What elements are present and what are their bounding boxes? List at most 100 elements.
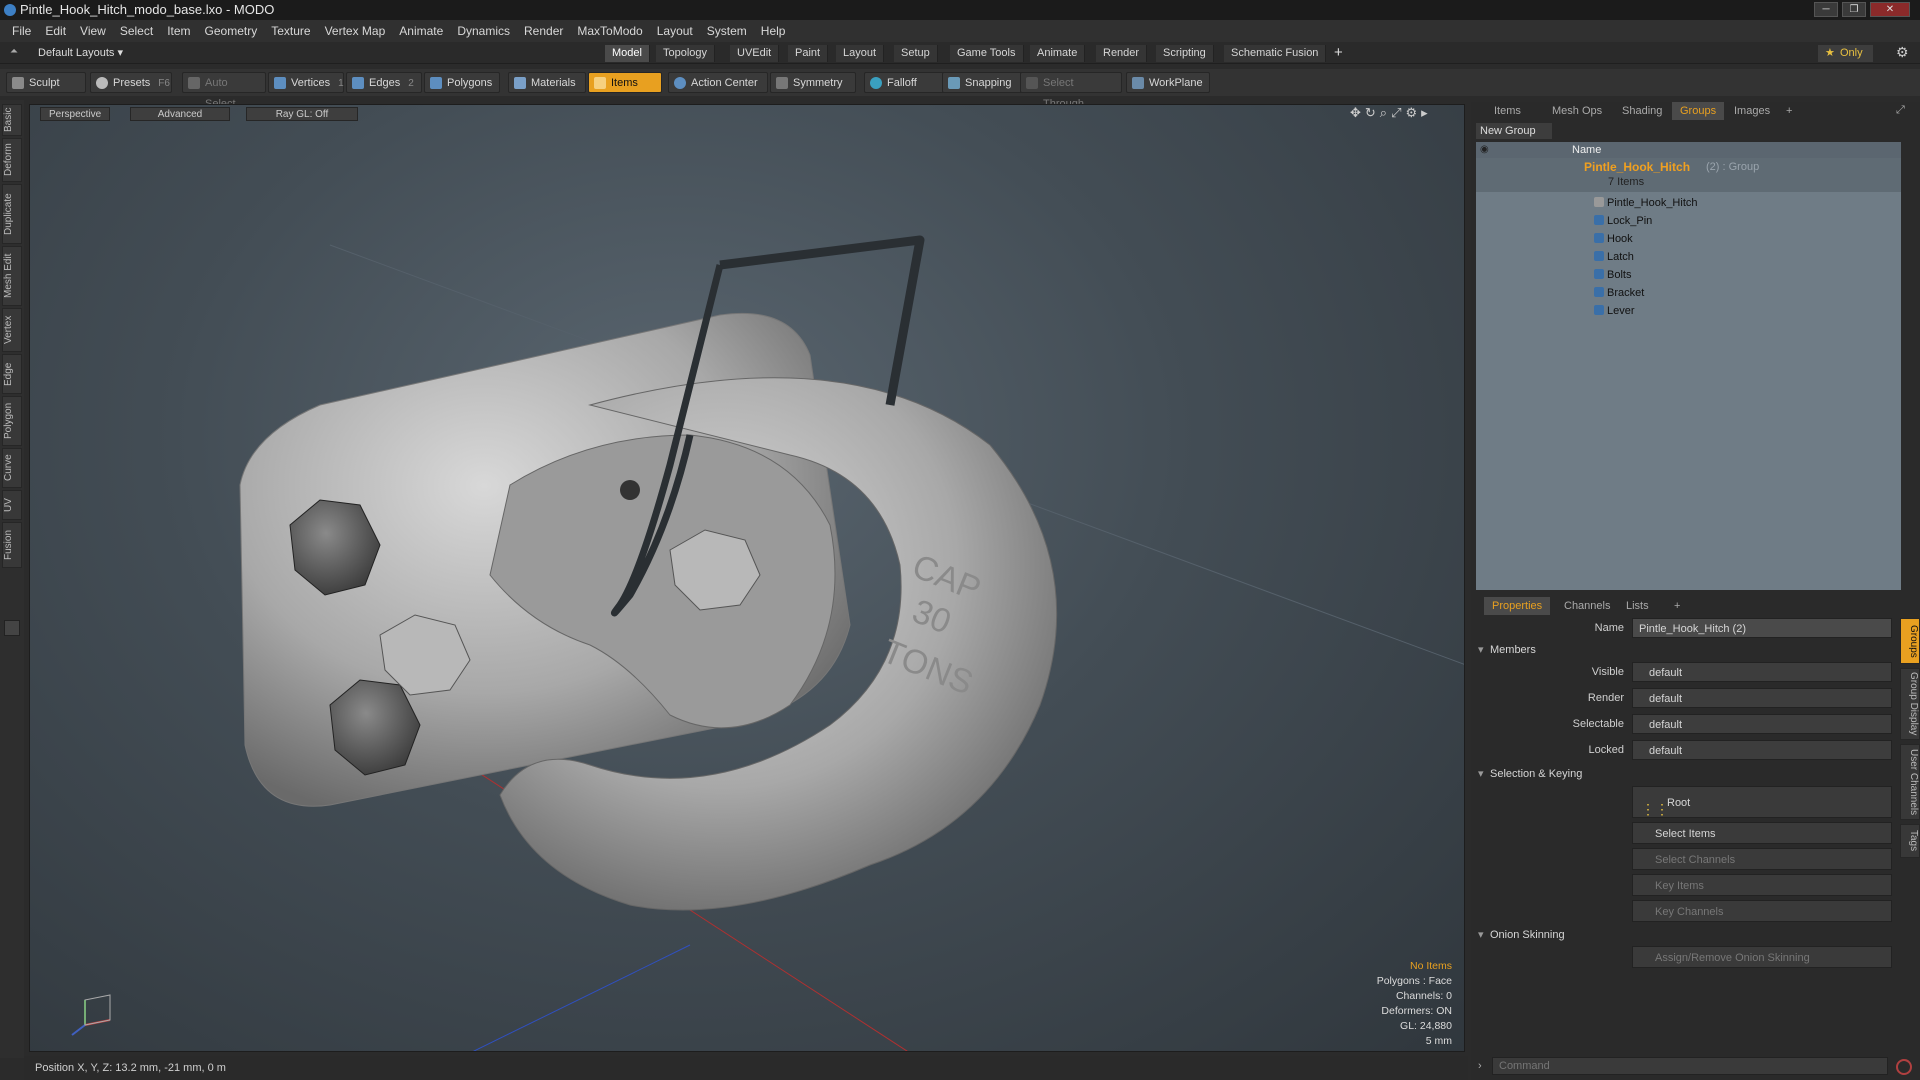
group-member-row[interactable]: Latch [1476,248,1901,266]
group-row[interactable]: Pintle_Hook_Hitch (2) : Group 7 Items [1476,158,1901,192]
tab-lists[interactable]: Lists [1618,597,1657,615]
tab-duplicate[interactable]: Duplicate [2,184,22,244]
menu-layout[interactable]: Layout [650,20,700,42]
tab-mesh-ops[interactable]: Mesh Ops [1544,102,1610,120]
tab-polygon[interactable]: Polygon [2,396,22,446]
tab-items[interactable]: Items [1486,102,1529,120]
3d-viewport[interactable]: Perspective Advanced Ray GL: Off ✥↻⌕⤢⚙▸ … [29,104,1465,1052]
tab-groups[interactable]: Groups [1672,102,1725,120]
group-member-row[interactable]: Pintle_Hook_Hitch [1476,194,1901,212]
expand-icon[interactable]: ⤢ [1896,104,1905,117]
tab-vertex[interactable]: Vertex [2,308,22,352]
minimize-button[interactable]: ─ [1814,2,1838,17]
tab-render[interactable]: Render [1096,45,1148,62]
record-icon[interactable] [1896,1059,1912,1075]
members-section[interactable]: Members [1478,641,1888,659]
sculpt-button[interactable]: Sculpt [6,72,86,93]
group-member-row[interactable]: Hook [1476,230,1901,248]
tab-schematic-fusion[interactable]: Schematic Fusion [1224,45,1327,62]
menu-file[interactable]: File [0,20,38,42]
menu-item[interactable]: Item [160,20,197,42]
selection-keying-section[interactable]: Selection & Keying [1478,765,1888,783]
visible-select[interactable]: default [1632,662,1892,682]
tab-mesh-edit[interactable]: Mesh Edit [2,246,22,306]
items-button[interactable]: Items [588,72,662,93]
menu-dynamics[interactable]: Dynamics [450,20,517,42]
tab-paint[interactable]: Paint [788,45,829,62]
menu-vertex-map[interactable]: Vertex Map [318,20,393,42]
polygons-button[interactable]: Polygons [424,72,500,93]
menu-maxtomodo[interactable]: MaxToModo [570,20,649,42]
group-member-row[interactable]: Lock_Pin [1476,212,1901,230]
tab-curve[interactable]: Curve [2,448,22,488]
vertices-button[interactable]: Vertices 1 [268,72,344,93]
add-panel-tab-button[interactable]: + [1778,102,1800,120]
presets-button[interactable]: Presets F6 [90,72,172,93]
add-properties-tab-button[interactable]: + [1666,597,1688,615]
tab-channels[interactable]: Channels [1556,597,1618,615]
action-center-button[interactable]: Action Center [668,72,768,93]
tab-images[interactable]: Images [1726,102,1778,120]
add-tab-button[interactable]: + [1334,44,1343,61]
tab-animate[interactable]: Animate [1030,45,1086,62]
falloff-button[interactable]: Falloff [864,72,944,93]
tab-setup[interactable]: Setup [894,45,938,62]
root-button[interactable]: ⋮⋮ Root [1632,786,1892,818]
materials-button[interactable]: Materials [508,72,586,93]
menu-view[interactable]: View [73,20,113,42]
symmetry-button[interactable]: Symmetry [770,72,856,93]
menu-edit[interactable]: Edit [38,20,73,42]
select-items-button[interactable]: Select Items [1632,822,1892,844]
default-layouts-dropdown[interactable]: Default Layouts ▾ [38,46,123,59]
command-input[interactable] [1492,1057,1888,1075]
group-member-row[interactable]: Lever [1476,302,1901,320]
menu-animate[interactable]: Animate [392,20,450,42]
group-member-row[interactable]: Bracket [1476,284,1901,302]
tab-topology[interactable]: Topology [656,45,716,62]
onion-skinning-section[interactable]: Onion Skinning [1478,926,1888,944]
menu-select[interactable]: Select [113,20,160,42]
selectable-select[interactable]: default [1632,714,1892,734]
tab-fusion[interactable]: Fusion [2,522,22,568]
tab-game-tools[interactable]: Game Tools [950,45,1024,62]
tab-basic[interactable]: Basic [2,104,22,136]
toggle-panel-button[interactable] [4,620,20,636]
tab-layout[interactable]: Layout [836,45,885,62]
key-channels-button[interactable]: Key Channels [1632,900,1892,922]
tab-shading[interactable]: Shading [1614,102,1670,120]
tab-model[interactable]: Model [605,45,650,62]
auto-select-button[interactable]: Auto Select [182,72,266,110]
menu-render[interactable]: Render [517,20,570,42]
menu-system[interactable]: System [700,20,754,42]
tab-edge[interactable]: Edge [2,354,22,394]
edges-button[interactable]: Edges 2 [346,72,422,93]
assign-onion-button[interactable]: Assign/Remove Onion Skinning [1632,946,1892,968]
maximize-button[interactable]: ❐ [1842,2,1866,17]
side-tab-groups[interactable]: Groups [1900,618,1920,664]
side-tab-user-channels[interactable]: User Channels [1900,744,1920,820]
locked-select[interactable]: default [1632,740,1892,760]
name-field[interactable]: Pintle_Hook_Hitch (2) [1632,618,1892,638]
gear-icon[interactable]: ⚙ [1896,44,1909,61]
snapping-button[interactable]: Snapping [942,72,1028,93]
group-member-row[interactable]: Bolts [1476,266,1901,284]
menu-help[interactable]: Help [754,20,793,42]
close-button[interactable]: ✕ [1870,2,1910,17]
only-toggle[interactable]: ★ Only [1818,45,1873,62]
tab-uvedit[interactable]: UVEdit [730,45,780,62]
select-through-button[interactable]: Select Through [1020,72,1122,110]
tab-scripting[interactable]: Scripting [1156,45,1214,62]
layout-pin-icon[interactable]: ⏶ [10,46,18,57]
new-group-button[interactable]: New Group [1476,123,1552,139]
side-tab-tags[interactable]: Tags [1900,824,1920,858]
tab-deform[interactable]: Deform [2,138,22,182]
select-channels-button[interactable]: Select Channels [1632,848,1892,870]
menu-geometry[interactable]: Geometry [198,20,265,42]
tab-properties[interactable]: Properties [1484,597,1551,615]
workplane-button[interactable]: WorkPlane [1126,72,1210,93]
menu-texture[interactable]: Texture [264,20,317,42]
tab-uv[interactable]: UV [2,490,22,520]
render-select[interactable]: default [1632,688,1892,708]
key-items-button[interactable]: Key Items [1632,874,1892,896]
side-tab-group-display[interactable]: Group Display [1900,668,1920,740]
